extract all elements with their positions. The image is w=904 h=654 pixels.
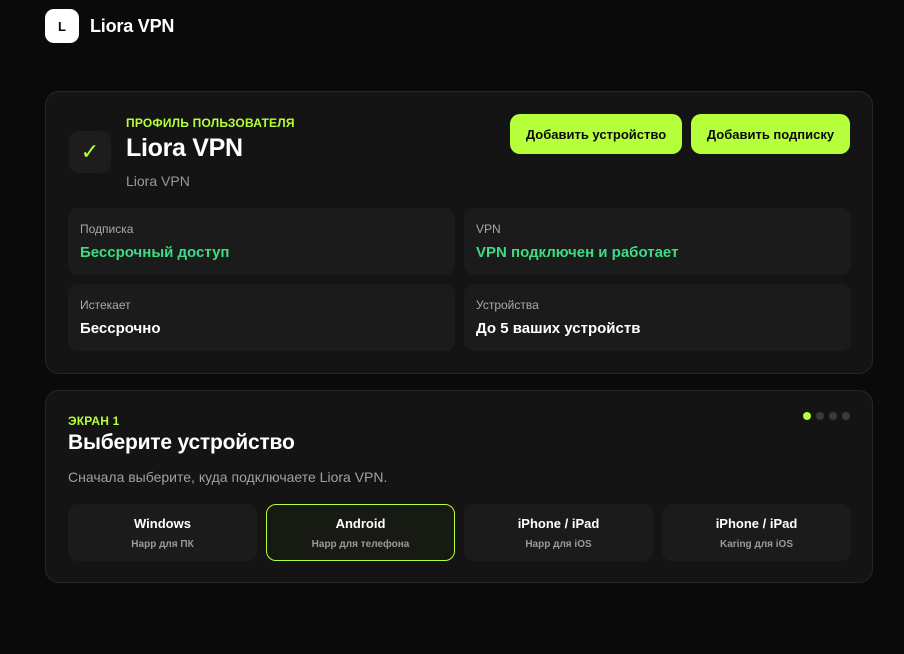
device-select-card: ЭКРАН 1 Выберите устройство Сначала выбе… bbox=[45, 390, 873, 583]
app-title: Liora VPN bbox=[90, 15, 175, 36]
device-app: Karing для iOS bbox=[720, 539, 793, 550]
step-dot-3[interactable] bbox=[829, 412, 837, 420]
device-name: iPhone / iPad bbox=[715, 516, 798, 531]
tile-label: Подписка bbox=[80, 222, 134, 236]
device-option-iphone-happ[interactable]: iPhone / iPad Happ для iOS bbox=[464, 504, 653, 561]
device-app: Happ для iOS bbox=[525, 539, 592, 550]
app-header: L Liora VPN bbox=[45, 9, 174, 43]
device-name: Windows bbox=[134, 516, 191, 531]
step-dot-2[interactable] bbox=[816, 412, 824, 420]
check-icon: ✓ bbox=[69, 131, 111, 173]
app-logo: L bbox=[45, 9, 79, 43]
screen-eyebrow: ЭКРАН 1 bbox=[68, 414, 120, 428]
tile-value: Бессрочный доступ bbox=[80, 244, 230, 261]
device-options: Windows Happ для ПК Android Happ для тел… bbox=[68, 504, 851, 561]
tile-label: VPN bbox=[476, 222, 501, 236]
expires-tile: Истекает Бессрочно bbox=[68, 284, 455, 351]
device-app: Happ для телефона bbox=[311, 539, 410, 550]
step-dot-1[interactable] bbox=[803, 412, 811, 420]
device-option-android[interactable]: Android Happ для телефона bbox=[266, 504, 455, 561]
screen-title: Выберите устройство bbox=[68, 431, 295, 454]
tile-label: Устройства bbox=[476, 298, 539, 312]
device-option-windows[interactable]: Windows Happ для ПК bbox=[68, 504, 257, 561]
logo-letter: L bbox=[58, 18, 66, 34]
device-option-iphone-karing[interactable]: iPhone / iPad Karing для iOS bbox=[662, 504, 851, 561]
device-app: Happ для ПК bbox=[131, 539, 194, 550]
device-name: iPhone / iPad bbox=[517, 516, 600, 531]
profile-card: ✓ ПРОФИЛЬ ПОЛЬЗОВАТЕЛЯ Liora VPN Liora V… bbox=[45, 91, 873, 374]
tile-label: Истекает bbox=[80, 298, 131, 312]
tile-value: Бессрочно bbox=[80, 320, 161, 337]
step-indicator bbox=[803, 412, 850, 420]
step-dot-4[interactable] bbox=[842, 412, 850, 420]
tile-value: VPN подключен и работает bbox=[476, 244, 679, 261]
profile-subtitle: Liora VPN bbox=[126, 173, 190, 189]
device-name: Android bbox=[335, 516, 386, 531]
tile-value: До 5 ваших устройств bbox=[476, 320, 641, 337]
devices-tile: Устройства До 5 ваших устройств bbox=[464, 284, 851, 351]
subscription-tile: Подписка Бессрочный доступ bbox=[68, 208, 455, 275]
screen-subtitle: Сначала выберите, куда подключаете Liora… bbox=[68, 469, 388, 485]
profile-name: Liora VPN bbox=[126, 134, 243, 162]
profile-eyebrow: ПРОФИЛЬ ПОЛЬЗОВАТЕЛЯ bbox=[126, 116, 295, 130]
add-subscription-button[interactable]: Добавить подписку bbox=[691, 114, 850, 154]
vpn-status-tile: VPN VPN подключен и работает bbox=[464, 208, 851, 275]
add-device-button[interactable]: Добавить устройство bbox=[510, 114, 682, 154]
